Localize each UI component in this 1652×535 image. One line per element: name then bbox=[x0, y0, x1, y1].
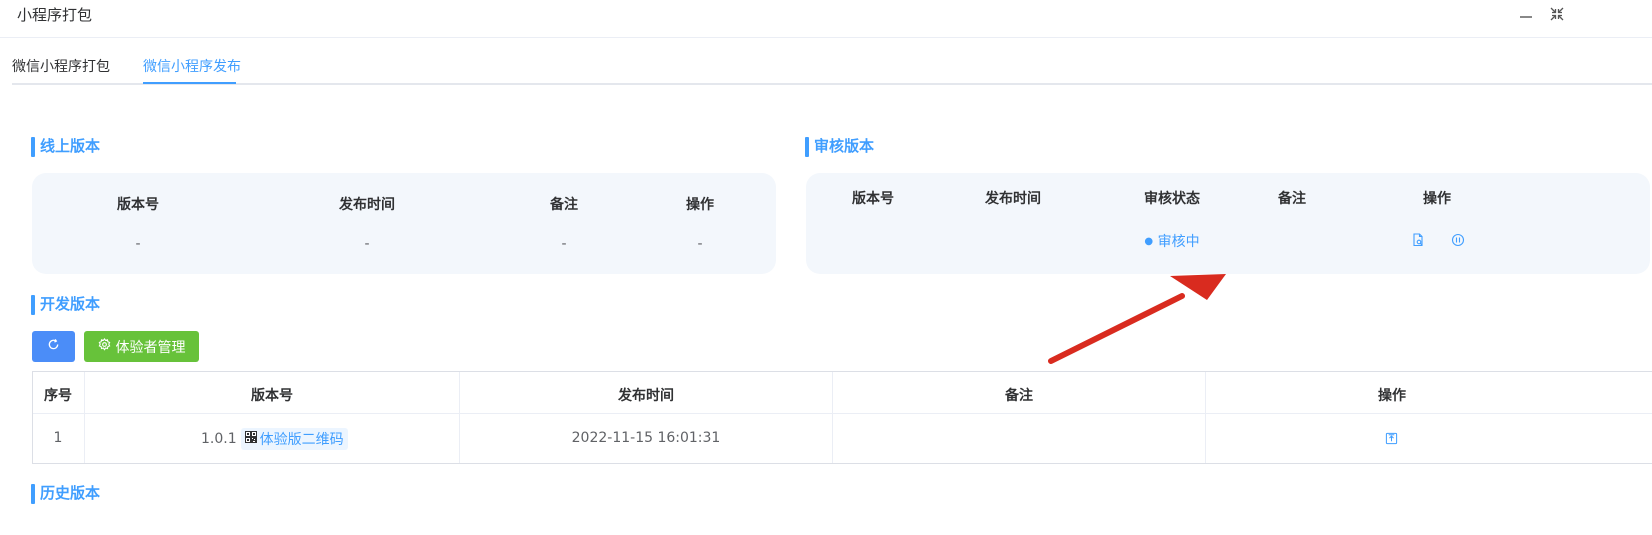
dev-row-version: 1.0.1 bbox=[201, 431, 237, 447]
tab-miniprogram-pack[interactable]: 微信小程序打包 bbox=[12, 56, 110, 76]
active-tab-indicator bbox=[143, 82, 236, 84]
online-version-title: 线上版本 bbox=[31, 137, 100, 157]
dev-header-index: 序号 bbox=[44, 388, 72, 404]
status-dot-icon: ● bbox=[1144, 236, 1154, 247]
review-header-action: 操作 bbox=[1423, 191, 1451, 207]
minimize-icon[interactable] bbox=[1515, 3, 1537, 25]
title-bar: 小程序打包 bbox=[0, 0, 1652, 38]
dev-row-time: 2022-11-15 16:01:31 bbox=[571, 430, 721, 446]
review-version-title: 审核版本 bbox=[805, 137, 874, 157]
tester-management-button[interactable]: 体验者管理 bbox=[84, 331, 199, 362]
tab-bar: 微信小程序打包 微信小程序发布 bbox=[12, 38, 1652, 85]
review-status-text: 审核中 bbox=[1157, 234, 1200, 250]
qrcode-icon bbox=[244, 431, 257, 447]
row-divider bbox=[33, 413, 1652, 414]
online-version-value: - bbox=[135, 236, 141, 252]
review-status-badge: ● 审核中 bbox=[1144, 231, 1199, 251]
dev-header-action: 操作 bbox=[1378, 388, 1406, 404]
view-detail-icon[interactable] bbox=[1411, 233, 1425, 247]
dev-row-version-cell: 1.0.1 体验版二维码 bbox=[201, 428, 348, 450]
online-header-remark: 备注 bbox=[550, 197, 578, 213]
review-header-status: 审核状态 bbox=[1144, 191, 1200, 207]
exit-fullscreen-icon[interactable] bbox=[1546, 3, 1568, 25]
online-header-time: 发布时间 bbox=[339, 197, 395, 213]
column-divider bbox=[832, 372, 833, 463]
review-version-card: 版本号 发布时间 审核状态 备注 操作 ● 审核中 bbox=[806, 173, 1650, 274]
experience-qrcode-link[interactable]: 体验版二维码 bbox=[240, 428, 348, 450]
history-version-title: 历史版本 bbox=[31, 484, 100, 504]
gear-icon bbox=[98, 338, 111, 355]
tab-miniprogram-publish[interactable]: 微信小程序发布 bbox=[143, 56, 241, 76]
review-header-version: 版本号 bbox=[852, 191, 894, 207]
submit-review-icon[interactable] bbox=[1385, 432, 1399, 446]
dev-row-index: 1 bbox=[53, 430, 63, 446]
tester-management-label: 体验者管理 bbox=[115, 339, 186, 356]
online-version-card: 版本号 发布时间 备注 操作 - - - - bbox=[32, 173, 776, 274]
online-time-value: - bbox=[364, 236, 370, 252]
withdraw-icon[interactable] bbox=[1451, 233, 1465, 247]
online-header-action: 操作 bbox=[686, 197, 714, 213]
refresh-icon bbox=[47, 338, 60, 355]
window-title: 小程序打包 bbox=[17, 6, 93, 24]
dev-version-table: 序号 版本号 发布时间 备注 操作 1 1.0.1 体验版二维码 2022-11… bbox=[32, 371, 1652, 464]
online-remark-value: - bbox=[561, 236, 567, 252]
dev-header-time: 发布时间 bbox=[618, 388, 674, 404]
review-header-remark: 备注 bbox=[1278, 191, 1306, 207]
online-action-value: - bbox=[697, 236, 703, 252]
dev-version-title: 开发版本 bbox=[31, 295, 100, 315]
refresh-button[interactable] bbox=[32, 331, 75, 362]
dev-header-remark: 备注 bbox=[1005, 388, 1033, 404]
online-header-version: 版本号 bbox=[117, 197, 159, 213]
column-divider bbox=[459, 372, 460, 463]
dev-header-version: 版本号 bbox=[251, 388, 293, 404]
column-divider bbox=[1205, 372, 1206, 463]
experience-qrcode-label: 体验版二维码 bbox=[259, 432, 344, 448]
column-divider bbox=[84, 372, 85, 463]
review-header-time: 发布时间 bbox=[985, 191, 1041, 207]
